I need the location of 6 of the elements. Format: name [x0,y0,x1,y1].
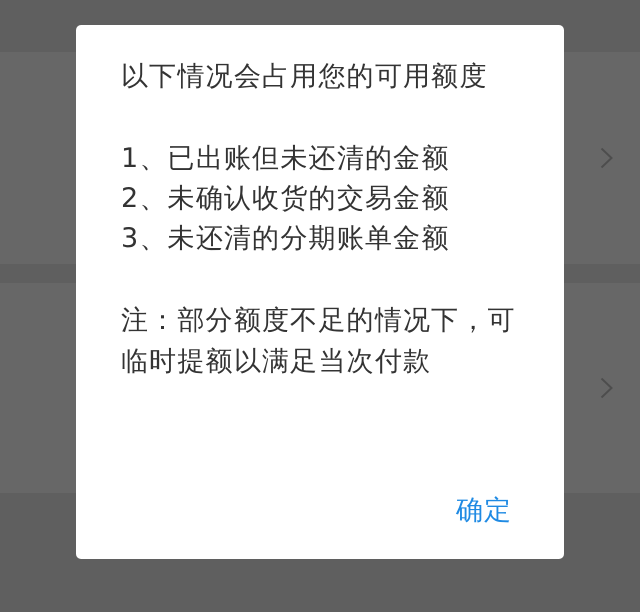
list-item-text: 2、未确认收货的交易金额 [121,182,450,216]
list-item-text: 1、已出账但未还清的金额 [121,142,450,176]
note-text: 注：部分额度不足的情况下，可临时提额以满足当次付款 [121,304,517,379]
dialog-title: 以下情况会占用您的可用额度 [121,60,488,94]
confirm-button[interactable]: 确定 [448,487,520,535]
list-item-text: 3、未还清的分期账单金额 [121,222,450,256]
